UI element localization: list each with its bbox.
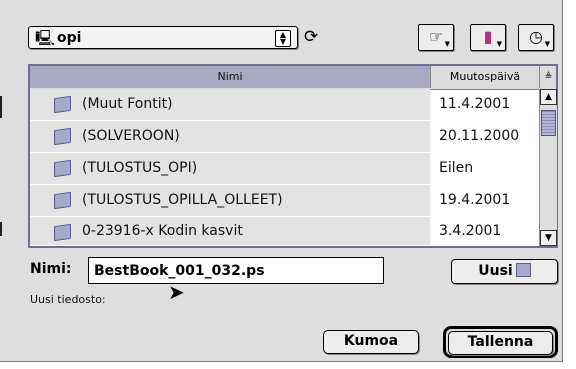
- item-name: (SOLVEROON): [82, 128, 180, 144]
- folder-icon: [54, 159, 71, 178]
- folder-icon: [54, 223, 71, 242]
- scroll-down-arrow-icon[interactable]: ▼: [540, 230, 557, 246]
- scroll-thumb[interactable]: [541, 110, 556, 136]
- new-file-hint: Uusi tiedosto:: [30, 293, 106, 306]
- folder-icon: [54, 127, 71, 146]
- dropdown-triangle-icon: ▼: [544, 40, 550, 48]
- cancel-button[interactable]: Kumoa: [323, 330, 419, 354]
- scroll-up-arrow-icon[interactable]: ▲: [540, 89, 557, 105]
- list-header: Nimi Muutospäivä ≜: [30, 66, 556, 90]
- pointing-hand-icon: ☞: [428, 27, 444, 46]
- item-date: Eilen: [439, 160, 474, 176]
- column-header-name[interactable]: Nimi: [30, 66, 431, 88]
- list-item[interactable]: (SOLVEROON) 20.11.2000: [30, 121, 539, 153]
- list-item[interactable]: 0-23916-x Kodin kasvit 3.4.2001: [30, 217, 539, 246]
- save-button[interactable]: Tallenna: [448, 331, 553, 355]
- item-date: 11.4.2001: [439, 96, 511, 112]
- clock-icon: ◷: [529, 27, 543, 46]
- dropdown-triangle-icon: ▼: [496, 40, 502, 48]
- file-list[interactable]: Nimi Muutospäivä ≜ (Muut Fontit) 11.4.20…: [28, 64, 558, 248]
- item-date: 3.4.2001: [439, 223, 502, 239]
- item-name: (TULOSTUS_OPILLA_OLLEET): [82, 192, 283, 208]
- item-name: (Muut Fontit): [82, 96, 173, 112]
- folder-icon: [54, 191, 71, 210]
- vertical-scrollbar[interactable]: ▲ ▼: [539, 89, 557, 246]
- name-label: Nimi:: [30, 261, 72, 277]
- list-item[interactable]: (TULOSTUS_OPILLA_OLLEET) 19.4.2001: [30, 185, 539, 217]
- item-date: 19.4.2001: [439, 192, 511, 208]
- item-name: 0-23916-x Kodin kasvit: [82, 223, 243, 239]
- location-popup-label: opi: [57, 30, 82, 46]
- background-edge-line: [0, 222, 2, 236]
- favorites-button[interactable]: ▮ ▼: [470, 24, 506, 51]
- file-name-input[interactable]: [88, 257, 384, 284]
- favorites-book-icon: ▮: [483, 27, 493, 46]
- new-folder-label: Uusi: [478, 263, 513, 279]
- item-date: 20.11.2000: [439, 128, 520, 144]
- recent-button[interactable]: ◷ ▼: [518, 24, 554, 51]
- desktop-folder-icon: 🖳: [35, 29, 56, 47]
- sort-order-button[interactable]: ≜: [539, 66, 557, 88]
- folder-icon: [54, 95, 71, 114]
- mouse-pointer-icon: ➤: [168, 280, 185, 304]
- list-item[interactable]: (Muut Fontit) 11.4.2001: [30, 89, 539, 121]
- background-edge-line: [0, 96, 2, 118]
- dropdown-triangle-icon: ▼: [444, 40, 450, 48]
- list-item[interactable]: (TULOSTUS_OPI) Eilen: [30, 153, 539, 185]
- refresh-icon[interactable]: ⟳: [304, 26, 318, 48]
- folder-icon: [515, 263, 531, 277]
- item-name: (TULOSTUS_OPI): [82, 160, 198, 176]
- column-header-date[interactable]: Muutospäivä: [431, 66, 539, 88]
- popup-arrows-icon: ▲ ▼: [275, 30, 291, 47]
- new-folder-button[interactable]: Uusi: [451, 259, 558, 284]
- location-popup[interactable]: 🖳 opi ▲ ▼: [28, 26, 298, 49]
- shortcuts-button[interactable]: ☞ ▼: [418, 24, 454, 51]
